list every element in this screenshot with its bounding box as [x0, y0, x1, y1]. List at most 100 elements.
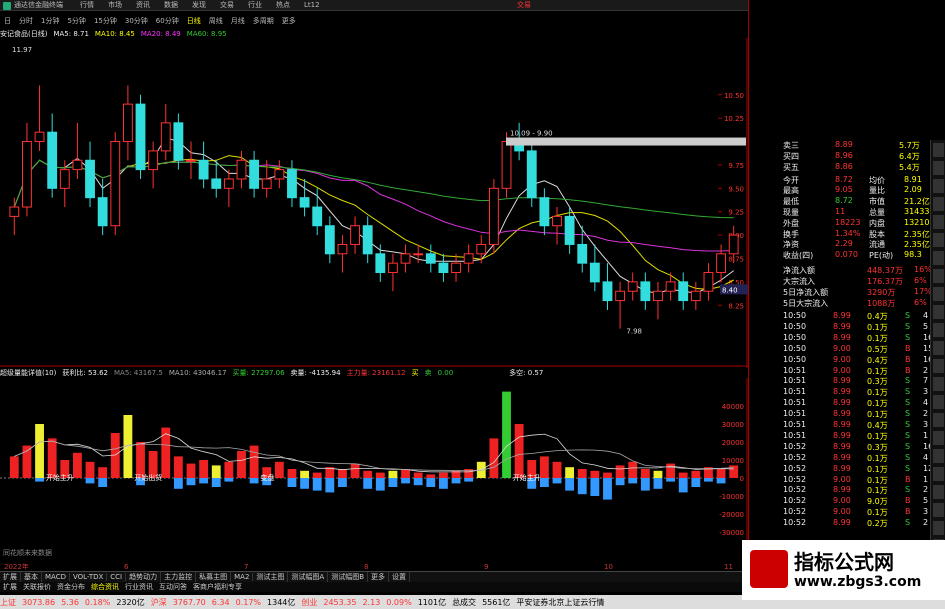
- period-tab-5[interactable]: 30分钟: [125, 16, 148, 26]
- vol-tick: 20000: [722, 439, 744, 447]
- flow-pct: 6%: [914, 276, 927, 285]
- candle-body: [186, 159, 196, 162]
- tick-row: 10:51 8.99 0.1万 S 3: [749, 387, 933, 398]
- indicator-tab-5[interactable]: 趋势动力: [126, 572, 162, 582]
- trade-menu[interactable]: 交易: [517, 0, 531, 10]
- period-tab-3[interactable]: 5分钟: [67, 16, 85, 26]
- tick-row: 10:52 9.00 0.1万 B 1: [749, 475, 933, 486]
- period-tab-2[interactable]: 1分钟: [41, 16, 59, 26]
- tick-price: 9.00: [833, 343, 851, 353]
- toolbar-button[interactable]: [933, 449, 944, 463]
- indicator-tab-0[interactable]: 扩展: [0, 572, 21, 582]
- toolbar-button[interactable]: [933, 305, 944, 319]
- menu-item-7[interactable]: 热点: [276, 1, 290, 9]
- volume-bar: [22, 445, 32, 478]
- vol-tick: 40000: [722, 403, 744, 411]
- tick-price: 8.99: [833, 387, 851, 397]
- toolbar-button[interactable]: [933, 359, 944, 373]
- sh-index-name[interactable]: 上证: [0, 597, 16, 608]
- outflow-bar: [577, 478, 587, 495]
- indicator-tab-10[interactable]: 测试幅图A: [288, 572, 329, 582]
- toolbar-button[interactable]: [933, 233, 944, 247]
- toolbar-button[interactable]: [933, 269, 944, 283]
- menu-item-5[interactable]: 交易: [220, 1, 234, 9]
- period-tab-7[interactable]: 日线: [187, 16, 201, 26]
- indicator-tab-8[interactable]: MA2: [231, 573, 254, 581]
- cy-index-name[interactable]: 创业: [301, 597, 317, 608]
- volume-bar: [678, 472, 688, 478]
- info-tab-0[interactable]: 扩展: [0, 582, 20, 592]
- period-tab-4[interactable]: 15分钟: [94, 16, 117, 26]
- quote-value: 8.86: [835, 161, 853, 171]
- tick-volume: 0.1万: [867, 508, 888, 518]
- toolbar-button[interactable]: [933, 323, 944, 337]
- toolbar-button[interactable]: [933, 413, 944, 427]
- outflow-bar: [375, 478, 385, 491]
- quote-label: 买五: [783, 162, 799, 172]
- period-tab-0[interactable]: 日: [4, 16, 11, 26]
- toolbar-button[interactable]: [933, 503, 944, 517]
- info-tab-6[interactable]: 客商户福利专享: [190, 582, 245, 592]
- indicator-tab-3[interactable]: VOL-TDX: [70, 573, 108, 581]
- indicator-tab-12[interactable]: 更多: [368, 572, 390, 582]
- toolbar-button[interactable]: [933, 143, 944, 157]
- toolbar-button[interactable]: [933, 467, 944, 481]
- indicator-tab-4[interactable]: CCI: [107, 573, 127, 581]
- candle-body: [223, 178, 234, 189]
- info-tab-2[interactable]: 资金分布: [54, 582, 88, 592]
- toolbar-button[interactable]: [933, 395, 944, 409]
- period-tab-10[interactable]: 多周期: [253, 16, 274, 26]
- tick-count: 2: [923, 485, 929, 495]
- period-tab-11[interactable]: 更多: [282, 16, 296, 26]
- menu-item-4[interactable]: 发现: [192, 1, 206, 9]
- volume-bar: [615, 465, 625, 478]
- tick-volume: 0.1万: [867, 410, 888, 420]
- menu-item-6[interactable]: 行业: [248, 1, 262, 9]
- indicator-name[interactable]: 超级量能详值(10): [0, 368, 56, 378]
- indicator-tab-1[interactable]: 基本: [21, 572, 42, 582]
- menu-item-3[interactable]: 数据: [164, 1, 178, 9]
- indicator-tab-6[interactable]: 主力监控: [161, 572, 197, 582]
- toolbar-button[interactable]: [933, 215, 944, 229]
- info-tab-5[interactable]: 互动问答: [156, 582, 190, 592]
- vol-tick: -30000: [719, 529, 744, 537]
- sz-index-name[interactable]: 沪深: [151, 597, 167, 608]
- indicator-tab-9[interactable]: 测试主图: [253, 572, 289, 582]
- toolbar-button[interactable]: [933, 521, 944, 535]
- period-tab-1[interactable]: 分时: [19, 16, 33, 26]
- long-short-value: 多空: 0.57: [509, 369, 544, 377]
- candle-body: [577, 243, 588, 264]
- period-tab-8[interactable]: 周线: [209, 16, 223, 26]
- toolbar-button[interactable]: [933, 161, 944, 175]
- toolbar-button[interactable]: [933, 377, 944, 391]
- tick-side: S: [905, 409, 911, 419]
- sz-index-value: 3767.70: [172, 597, 206, 607]
- indicator-tab-7[interactable]: 私募主图: [196, 572, 232, 582]
- outflow-bar: [388, 478, 398, 487]
- menu-item-8[interactable]: Lt12: [304, 1, 320, 9]
- info-tab-1[interactable]: 关联报价: [20, 582, 54, 592]
- indicator-tab-11[interactable]: 测试幅图B: [328, 572, 369, 582]
- toolbar-button[interactable]: [933, 197, 944, 211]
- indicator-tab-13[interactable]: 设置: [389, 572, 411, 582]
- signal-label: 开始主升: [46, 473, 74, 482]
- toolbar-button[interactable]: [933, 287, 944, 301]
- candlestick-chart[interactable]: 10.5010.2510.009.759.509.259.008.758.508…: [0, 38, 748, 368]
- toolbar-button[interactable]: [933, 431, 944, 445]
- menu-item-2[interactable]: 资讯: [136, 1, 150, 9]
- toolbar-button[interactable]: [933, 251, 944, 265]
- menu-item-1[interactable]: 市场: [108, 1, 122, 9]
- period-tab-9[interactable]: 月线: [231, 16, 245, 26]
- tick-volume: 0.2万: [867, 519, 888, 529]
- toolbar-button[interactable]: [933, 341, 944, 355]
- toolbar-button[interactable]: [933, 485, 944, 499]
- info-tab-3[interactable]: 综合资讯: [88, 582, 122, 592]
- indicator-tab-2[interactable]: MACD: [42, 573, 70, 581]
- volume-bar: [565, 467, 575, 478]
- period-tab-6[interactable]: 60分钟: [156, 16, 179, 26]
- menu-item-0[interactable]: 行情: [80, 1, 94, 9]
- flow-label: 5日净流入额: [783, 288, 829, 297]
- info-tab-4[interactable]: 行业资讯: [122, 582, 156, 592]
- toolbar-button[interactable]: [933, 179, 944, 193]
- volume-indicator-chart[interactable]: 40000 30000 20000 10000 0 -10000 -20000 -30000 开…: [0, 378, 748, 558]
